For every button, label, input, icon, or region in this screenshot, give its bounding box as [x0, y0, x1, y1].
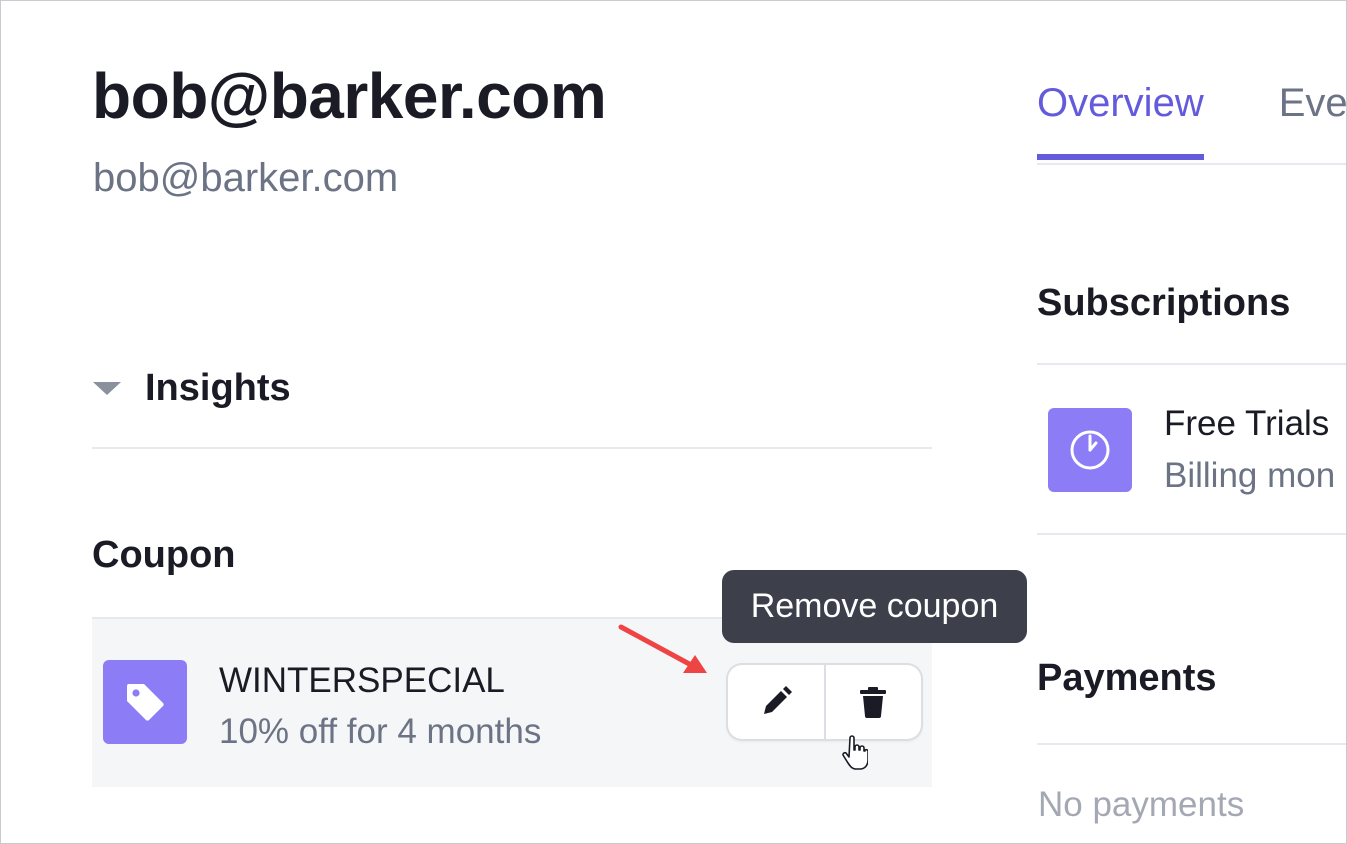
divider [1037, 533, 1346, 535]
subscriptions-heading: Subscriptions [1037, 282, 1291, 324]
pencil-icon [763, 686, 792, 714]
subscription-detail: Billing mon [1164, 456, 1336, 495]
annotation-arrow-icon [618, 624, 707, 673]
hand-cursor-icon [842, 735, 868, 770]
tab-overview[interactable]: Overview [1037, 81, 1204, 160]
coupon-heading: Coupon [92, 534, 236, 576]
trash-icon [860, 687, 887, 718]
tag-icon [103, 660, 187, 744]
remove-coupon-button[interactable] [823, 665, 922, 739]
edit-coupon-button[interactable] [728, 665, 824, 739]
tab-bar: Overview Eve [1037, 81, 1346, 160]
insights-heading: Insights [145, 367, 291, 409]
payments-heading: Payments [1037, 657, 1217, 699]
clock-icon [1048, 408, 1132, 492]
divider [1037, 363, 1346, 365]
caret-down-icon [93, 382, 121, 395]
insights-toggle[interactable]: Insights [93, 367, 291, 410]
customer-email: bob@barker.com [93, 156, 399, 200]
divider [1037, 743, 1346, 745]
payments-empty-text: No payments [1038, 785, 1245, 824]
page-title: bob@barker.com [92, 60, 607, 132]
coupon-actions [728, 665, 921, 739]
app-window: bob@barker.com bob@barker.com Insights C… [0, 0, 1347, 844]
tabs-divider [1037, 163, 1346, 165]
coupon-code: WINTERSPECIAL [219, 661, 505, 700]
subscription-name[interactable]: Free Trials [1164, 404, 1329, 444]
tab-events[interactable]: Eve [1279, 81, 1346, 160]
remove-coupon-tooltip: Remove coupon [722, 570, 1027, 643]
coupon-description: 10% off for 4 months [219, 712, 542, 751]
divider [92, 447, 932, 449]
